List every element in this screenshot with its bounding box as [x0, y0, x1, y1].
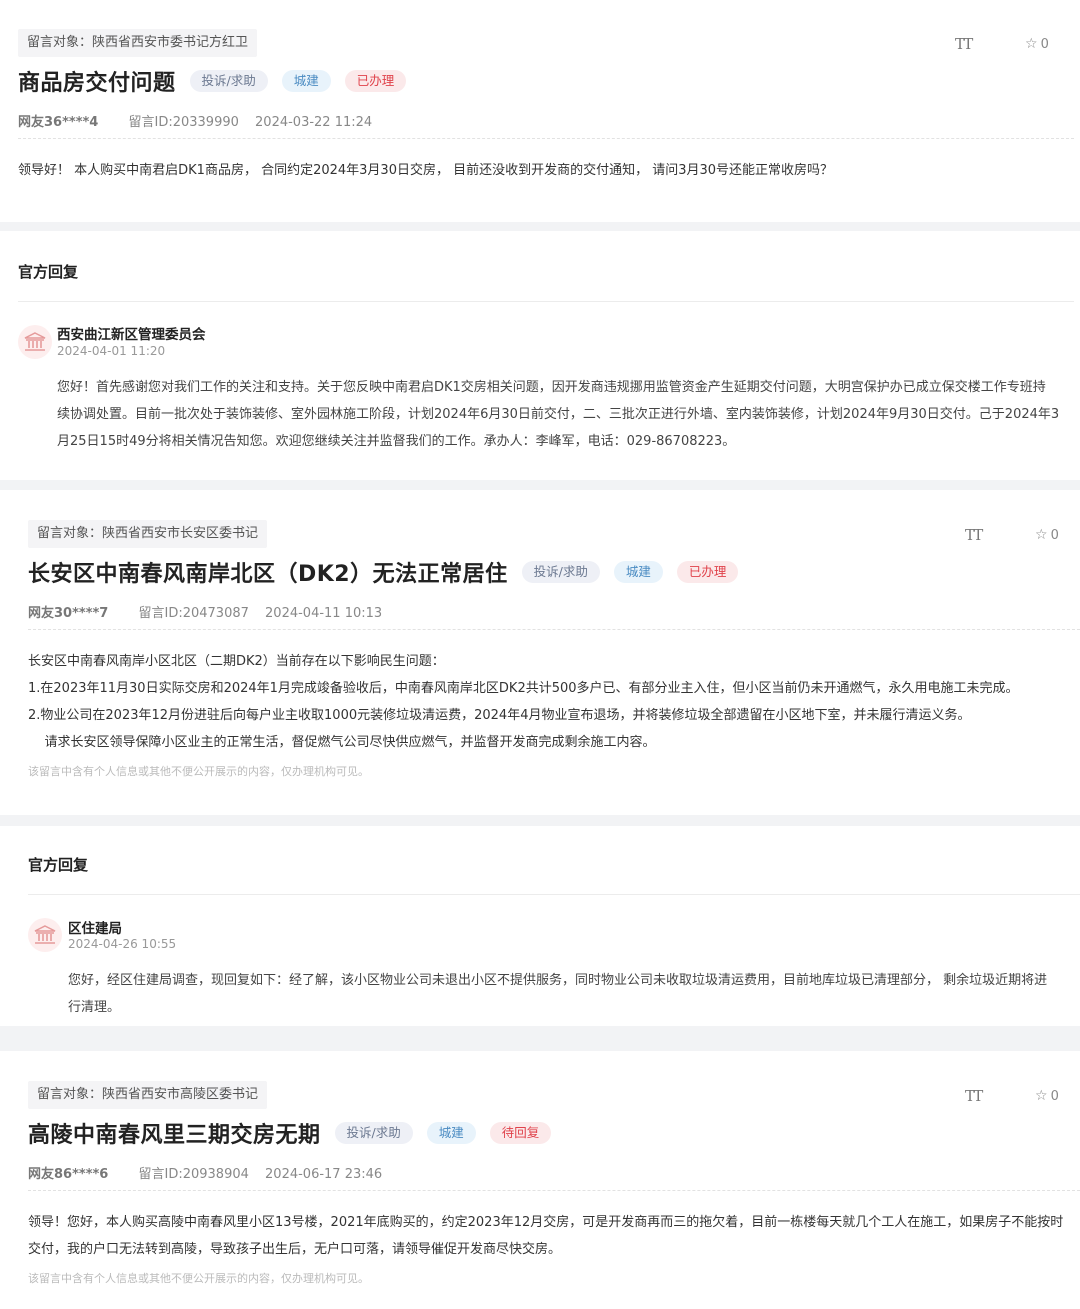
- divider: [18, 138, 1074, 139]
- post-title: 长安区中南春风南岸北区（DK2）无法正常居住: [28, 562, 508, 587]
- content-line: 请求长安区领导保障小区业主的正常生活，督促燃气公司尽快供应燃气，并监督开发商完成…: [28, 735, 656, 750]
- category-tag: 投诉/求助: [334, 1122, 413, 1144]
- reply-time: 2024-04-26 10:55: [68, 937, 177, 951]
- post-meta: 网友86****6 留言ID:20938904 2024-06-17 23:46: [28, 1163, 382, 1182]
- content-line: 交付，我的户口无法转到高陵，导致孩子出生后，无户口可落，请领导催促开发商尽快交房…: [28, 1242, 562, 1257]
- post-card: 留言对象：陕西省西安市高陵区委书记 TT ☆ 0 高陵中南春风里三期交房无期 投诉…: [0, 1051, 1080, 1309]
- post-title: 商品房交付问题: [18, 71, 176, 96]
- reply-content: 您好，经区住建局调查，现回复如下：经了解，该小区物业公司未退出小区不提供服务，同…: [68, 967, 1047, 1021]
- post-time: 2024-06-17 23:46: [265, 1167, 383, 1182]
- post-content: 领导好！ 本人购买中南君启DK1商品房， 合同约定2024年3月30日交房， 目…: [18, 157, 833, 184]
- post-meta: 网友36****4 留言ID:20339990 2024-03-22 11:24: [18, 111, 372, 130]
- category-tag: 投诉/求助: [189, 70, 268, 92]
- message-target: 留言对象：陕西省西安市高陵区委书记: [28, 1081, 268, 1109]
- post-meta: 网友30****7 留言ID:20473087 2024-04-11 10:13: [28, 602, 382, 621]
- status-badge: 已办理: [676, 561, 739, 583]
- content-line: 1.在2023年11月30日实际交房和2024年1月完成竣备验收后，中南春风南岸…: [28, 681, 1019, 696]
- favorite-button[interactable]: ☆ 0: [1035, 527, 1059, 543]
- post-card: 留言对象：陕西省西安市委书记方红卫 TT ☆ 0 商品房交付问题 投诉/求助 城建…: [0, 0, 1080, 222]
- author: 网友30****7: [28, 606, 109, 621]
- content-line: 2.物业公司在2023年12月份进驻后向每户业主收取1000元装修垃圾清运费，2…: [28, 708, 971, 723]
- official-reply: 官方回复 区住建局 2024-04-26 10:55 您好，经区住建局调查，现回…: [0, 826, 1080, 1026]
- message-id: 留言ID:20339990: [128, 115, 239, 130]
- content-line: 您好！首先感谢您对我们工作的关注和支持。关于您反映中南君启DK1交房相关问题，因…: [57, 380, 1046, 395]
- category-tag: 投诉/求助: [521, 561, 600, 583]
- star-icon: ☆: [1035, 1088, 1048, 1104]
- reply-time: 2024-04-01 11:20: [57, 344, 166, 358]
- message-target: 留言对象：陕西省西安市委书记方红卫: [18, 29, 258, 57]
- post-title: 高陵中南春风里三期交房无期: [28, 1123, 321, 1148]
- content-line: 月25日15时49分将相关情况告知您。欢迎您继续关注并监督我们的工作。承办人：李…: [57, 434, 736, 449]
- post-content: 领导！您好，本人购买高陵中南春风里小区13号楼，2021年底购买的，约定2023…: [28, 1209, 1063, 1263]
- favorite-count: 0: [1040, 37, 1049, 52]
- author: 网友86****6: [28, 1167, 109, 1182]
- post-time: 2024-03-22 11:24: [255, 115, 373, 130]
- divider: [18, 301, 1074, 302]
- reply-organization: 区住建局: [68, 921, 122, 937]
- font-size-icon[interactable]: TT: [965, 1087, 983, 1105]
- privacy-note: 该留言中含有个人信息或其他不便公开展示的内容，仅办理机构可见。: [28, 765, 369, 778]
- area-tag: 城建: [281, 70, 331, 92]
- divider: [28, 629, 1080, 630]
- star-icon: ☆: [1025, 36, 1038, 52]
- message-target: 留言对象：陕西省西安市长安区委书记: [28, 520, 268, 548]
- content-line: 您好，经区住建局调查，现回复如下：经了解，该小区物业公司未退出小区不提供服务，同…: [68, 973, 1048, 988]
- reply-heading: 官方回复: [28, 856, 89, 874]
- section-separator: [0, 222, 1080, 231]
- post-card: 留言对象：陕西省西安市长安区委书记 TT ☆ 0 长安区中南春风南岸北区（DK2）…: [0, 490, 1080, 815]
- official-reply: 官方回复 西安曲江新区管理委员会 2024-04-01 11:20 您好！首先感…: [0, 231, 1080, 480]
- content-line: 领导！您好，本人购买高陵中南春风里小区13号楼，2021年底购买的，约定2023…: [28, 1215, 1064, 1230]
- message-id: 留言ID:20938904: [138, 1167, 249, 1182]
- author: 网友36****4: [18, 115, 99, 130]
- area-tag: 城建: [426, 1122, 476, 1144]
- reply-heading: 官方回复: [18, 263, 79, 281]
- favorite-button[interactable]: ☆ 0: [1025, 36, 1049, 52]
- government-building-icon: [18, 325, 52, 359]
- reply-content: 您好！首先感谢您对我们工作的关注和支持。关于您反映中南君启DK1交房相关问题，因…: [57, 374, 1059, 455]
- divider: [28, 1190, 1080, 1191]
- font-size-icon[interactable]: TT: [965, 526, 983, 544]
- section-separator: [0, 1026, 1080, 1051]
- favorite-count: 0: [1050, 528, 1059, 543]
- status-badge: 已办理: [344, 70, 407, 92]
- post-content: 长安区中南春风南岸小区北区（二期DK2）当前存在以下影响民生问题： 1.在202…: [28, 648, 1019, 756]
- section-separator: [0, 815, 1080, 826]
- area-tag: 城建: [613, 561, 663, 583]
- content-line: 行清理。: [68, 1000, 121, 1015]
- font-size-icon[interactable]: TT: [955, 35, 973, 53]
- favorite-button[interactable]: ☆ 0: [1035, 1088, 1059, 1104]
- divider: [28, 894, 1080, 895]
- star-icon: ☆: [1035, 527, 1048, 543]
- privacy-note: 该留言中含有个人信息或其他不便公开展示的内容，仅办理机构可见。: [28, 1272, 369, 1285]
- post-time: 2024-04-11 10:13: [265, 606, 383, 621]
- content-line: 长安区中南春风南岸小区北区（二期DK2）当前存在以下影响民生问题：: [28, 654, 445, 669]
- content-line: 领导好！ 本人购买中南君启DK1商品房， 合同约定2024年3月30日交房， 目…: [18, 163, 834, 178]
- message-id: 留言ID:20473087: [138, 606, 249, 621]
- government-building-icon: [28, 918, 62, 952]
- reply-organization: 西安曲江新区管理委员会: [57, 327, 206, 343]
- status-badge: 待回复: [489, 1122, 552, 1144]
- section-separator: [0, 480, 1080, 490]
- content-line: 续协调处置。目前一批次处于装饰装修、室外园林施工阶段，计划2024年6月30日前…: [57, 407, 1060, 422]
- favorite-count: 0: [1050, 1089, 1059, 1104]
